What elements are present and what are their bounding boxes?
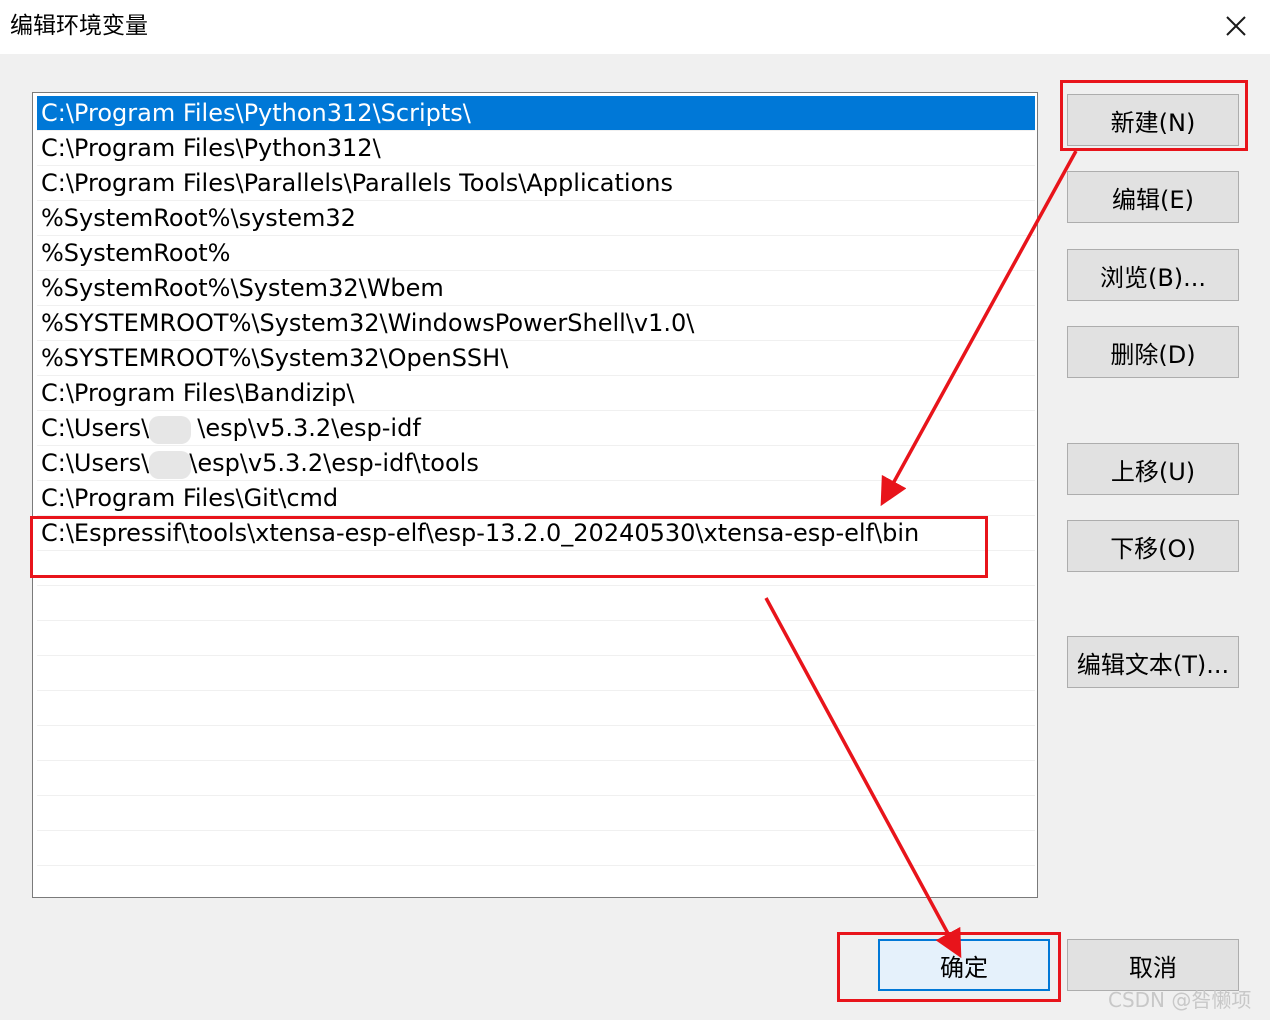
arrow-to-new-entry [880, 150, 1078, 507]
watermark: CSDN @咎懒项 [1108, 988, 1252, 1012]
annotation-arrows [764, 150, 1078, 959]
arrow-to-ok-button [764, 597, 962, 959]
